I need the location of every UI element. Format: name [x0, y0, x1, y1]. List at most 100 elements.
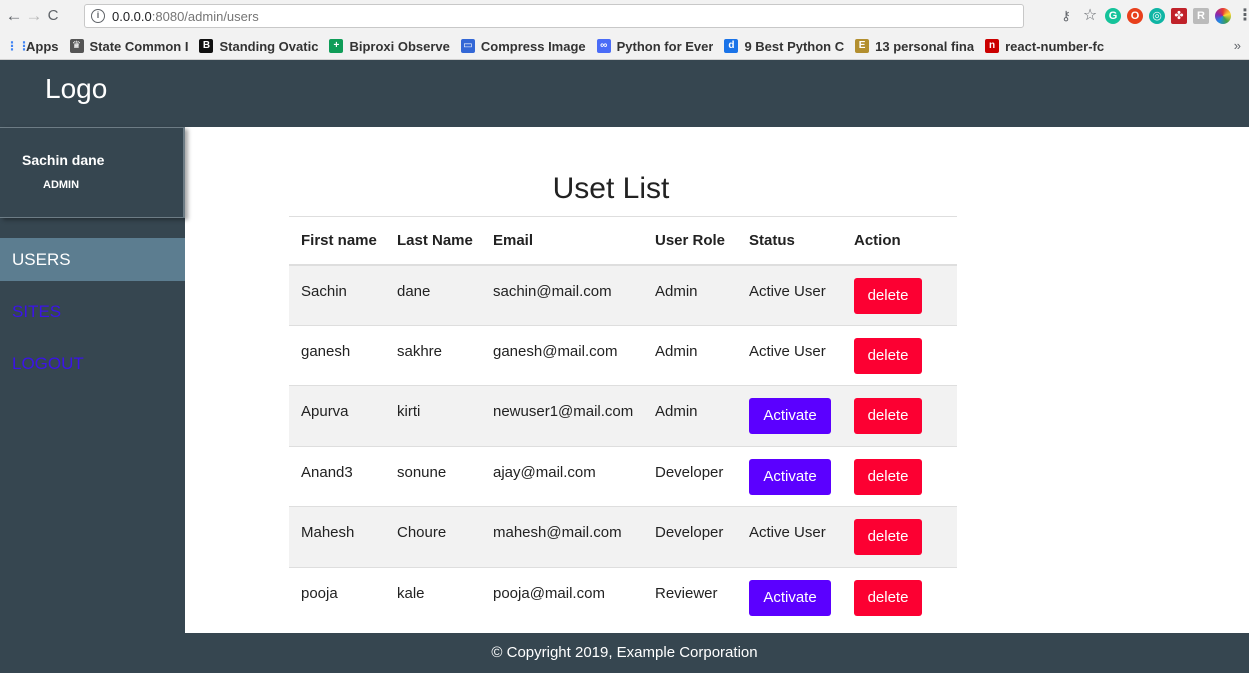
delete-button[interactable]: delete — [854, 398, 922, 434]
cell-email: ajay@mail.com — [481, 445, 643, 507]
activate-button[interactable]: Activate — [749, 579, 831, 616]
bookmark-label: Python for Ever — [616, 38, 714, 54]
cell-last-name: dane — [385, 264, 481, 325]
table-row: ganesh sakhre ganesh@mail.com Admin Active U… — [289, 324, 957, 386]
browser-menu-icon[interactable]: ⋮ — [1237, 8, 1249, 24]
target-extension-icon[interactable]: ◎ — [1149, 8, 1165, 24]
column-header-status: Status — [737, 216, 842, 266]
activate-button[interactable]: Activate — [749, 458, 831, 495]
address-bar[interactable]: i 0.0.0.0:8080/admin/users — [84, 4, 1024, 28]
bookmark-label: Apps — [26, 38, 59, 54]
delete-button[interactable]: delete — [854, 458, 922, 495]
red-extension-icon[interactable]: ✤ — [1171, 8, 1187, 24]
reload-icon[interactable]: C — [43, 6, 63, 26]
status-text: Active User — [749, 282, 826, 300]
cell-first-name: Apurva — [289, 385, 385, 446]
activate-button[interactable]: Activate — [749, 398, 831, 434]
compress-image-icon: ▭ — [460, 39, 475, 53]
bookmark-label: 13 personal fina — [875, 38, 975, 54]
logo[interactable]: Logo — [45, 73, 107, 105]
cell-status: Activate — [737, 385, 842, 446]
browser-toolbar: ← → C i 0.0.0.0:8080/admin/users ⚷ ☆ G O… — [0, 0, 1249, 33]
b-logo-icon: B — [199, 39, 214, 53]
cell-first-name: Sachin — [289, 264, 385, 325]
delete-button[interactable]: delete — [854, 519, 922, 555]
biproxi-icon: + — [329, 39, 344, 53]
opera-extension-icon[interactable]: O — [1127, 8, 1143, 24]
bookmark-star-icon[interactable]: ☆ — [1081, 8, 1099, 24]
cell-action: delete — [842, 385, 957, 446]
apps-grid-icon: ⋮⋮ — [6, 39, 30, 53]
cell-action: delete — [842, 324, 957, 386]
bookmark-label: Compress Image — [480, 38, 586, 54]
emblem-icon: ♛ — [69, 39, 84, 53]
table-row: Mahesh Choure mahesh@mail.com Developer Acti… — [289, 506, 957, 567]
table-header-row: First name Last Name Email User Role Sta… — [289, 216, 957, 266]
color-wheel-extension-icon[interactable] — [1215, 8, 1231, 24]
cell-email: pooja@mail.com — [481, 566, 643, 628]
table-row: Sachin dane sachin@mail.com Admin Active Use… — [289, 264, 957, 325]
cell-user-role: Admin — [643, 385, 737, 446]
status-text: Active User — [749, 342, 826, 360]
user-table: First name Last Name Email User Role Sta… — [289, 216, 957, 628]
npm-icon: n — [985, 39, 1000, 53]
cell-user-role: Admin — [643, 264, 737, 325]
cell-last-name: kirti — [385, 385, 481, 446]
cell-action: delete — [842, 506, 957, 567]
more-bookmarks-icon[interactable]: » — [1234, 38, 1241, 53]
user-table-container: First name Last Name Email User Role Sta… — [289, 216, 957, 633]
cell-user-role: Developer — [643, 445, 737, 507]
bookmark-label: Biproxi Observe — [349, 38, 450, 54]
grammarly-extension-icon[interactable]: G — [1105, 8, 1121, 24]
sidebar-item-logout[interactable]: LOGOUT — [0, 342, 185, 385]
page-title: Uset List — [552, 172, 670, 205]
cell-user-role: Developer — [643, 506, 737, 567]
bookmark-item[interactable]: ∞ Python for Ever — [596, 38, 714, 54]
sidebar: Sachin dane ADMIN USERS SITES LOGOUT — [0, 127, 185, 633]
cell-email: sachin@mail.com — [481, 264, 643, 325]
bookmark-item[interactable]: E 13 personal fina — [855, 39, 974, 54]
r-extension-icon[interactable]: R — [1193, 8, 1209, 24]
table-row: Anand3 sonune ajay@mail.com Developer Activa… — [289, 445, 957, 507]
column-header-email: Email — [481, 216, 643, 266]
cell-action: delete — [842, 264, 957, 325]
back-arrow-icon[interactable]: ← — [4, 6, 24, 26]
key-icon[interactable]: ⚷ — [1057, 8, 1075, 24]
column-header-last-name: Last Name — [385, 216, 481, 266]
cell-first-name: ganesh — [289, 324, 385, 386]
cell-email: newuser1@mail.com — [481, 385, 643, 446]
bookmark-item[interactable]: + Biproxi Observe — [329, 38, 450, 54]
profile-name: Sachin dane — [22, 152, 105, 168]
table-row: pooja kale pooja@mail.com Reviewer Activate d… — [289, 566, 957, 628]
cell-last-name: sakhre — [385, 324, 481, 386]
sidebar-item-sites[interactable]: SITES — [0, 290, 185, 333]
infinity-icon: ∞ — [596, 39, 611, 53]
cell-status: Active User — [737, 264, 842, 325]
cell-email: mahesh@mail.com — [481, 506, 643, 567]
bookmark-label: 9 Best Python C — [744, 38, 845, 54]
dd-icon: d — [724, 39, 739, 53]
delete-button[interactable]: delete — [854, 337, 922, 374]
forward-arrow-icon[interactable]: → — [24, 6, 44, 26]
bookmark-item[interactable]: n react-number-fc — [985, 39, 1104, 54]
bookmark-item[interactable]: B Standing Ovatic — [199, 39, 318, 54]
bookmark-item[interactable]: ▭ Compress Image — [460, 38, 586, 54]
cell-last-name: Choure — [385, 506, 481, 567]
info-icon[interactable]: i — [91, 9, 105, 23]
cell-first-name: Mahesh — [289, 506, 385, 567]
bookmark-label: State Common I — [89, 38, 189, 54]
cell-first-name: pooja — [289, 566, 385, 628]
delete-button[interactable]: delete — [854, 579, 922, 616]
url-text[interactable]: 0.0.0.0:8080/admin/users — [112, 9, 259, 24]
url-host: 0.0.0.0 — [112, 9, 152, 24]
cell-first-name: Anand3 — [289, 445, 385, 507]
bookmarks-bar: ⋮⋮ Apps ♛ State Common I B Standing Ovatic + Bi… — [0, 33, 1249, 60]
bookmark-item[interactable]: ⋮⋮ Apps — [6, 39, 59, 54]
sidebar-item-users[interactable]: USERS — [0, 238, 185, 281]
bookmark-item[interactable]: d 9 Best Python C — [724, 39, 844, 54]
cell-user-role: Reviewer — [643, 566, 737, 628]
delete-button[interactable]: delete — [854, 277, 922, 314]
cell-action: delete — [842, 445, 957, 507]
bookmark-item[interactable]: ♛ State Common I — [69, 38, 189, 54]
extensions-bar: ⚷ ☆ G O ◎ ✤ R ⋮ — [1057, 6, 1249, 26]
